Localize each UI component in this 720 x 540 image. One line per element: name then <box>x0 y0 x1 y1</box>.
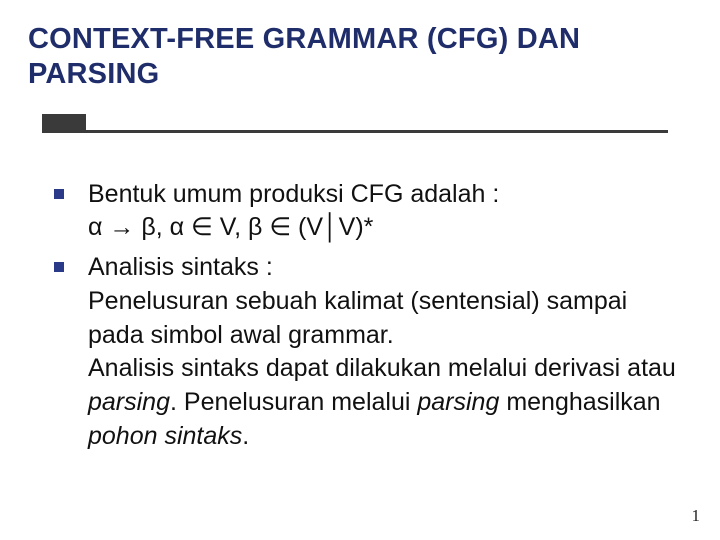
italic-text: parsing <box>88 388 170 416</box>
bullet-text-paragraph: Analisis sintaks dapat dilakukan melalui… <box>88 352 684 453</box>
bullet-text-line: Penelusuran sebuah kalimat (sentensial) … <box>88 285 684 353</box>
italic-text: pohon sintaks <box>88 422 242 450</box>
text-run: menghasilkan <box>499 388 660 416</box>
bullet-text-line: Bentuk umum produksi CFG adalah : <box>88 178 684 212</box>
title-rule <box>28 108 692 148</box>
slide-title: CONTEXT-FREE GRAMMAR (CFG) DAN PARSING <box>28 22 692 92</box>
rule-long-icon <box>42 130 668 133</box>
text-run: . <box>242 422 249 450</box>
text-run: . Penelusuran melalui <box>170 388 417 416</box>
content-area: Bentuk umum produksi CFG adalah : α → β,… <box>28 178 692 454</box>
bullet-text-line: α → β, α ∈ V, β ∈ (V│V)* <box>88 211 684 245</box>
bullet-text-line: Analisis sintaks : <box>88 251 684 285</box>
slide: CONTEXT-FREE GRAMMAR (CFG) DAN PARSING B… <box>0 0 720 540</box>
italic-text: parsing <box>417 388 499 416</box>
text-run: Analisis sintaks dapat dilakukan melalui… <box>88 354 676 382</box>
square-bullet-icon <box>54 262 64 272</box>
list-item: Bentuk umum produksi CFG adalah : α → β,… <box>88 178 684 246</box>
page-number: 1 <box>692 506 701 526</box>
list-item: Analisis sintaks : Penelusuran sebuah ka… <box>88 251 684 454</box>
square-bullet-icon <box>54 189 64 199</box>
